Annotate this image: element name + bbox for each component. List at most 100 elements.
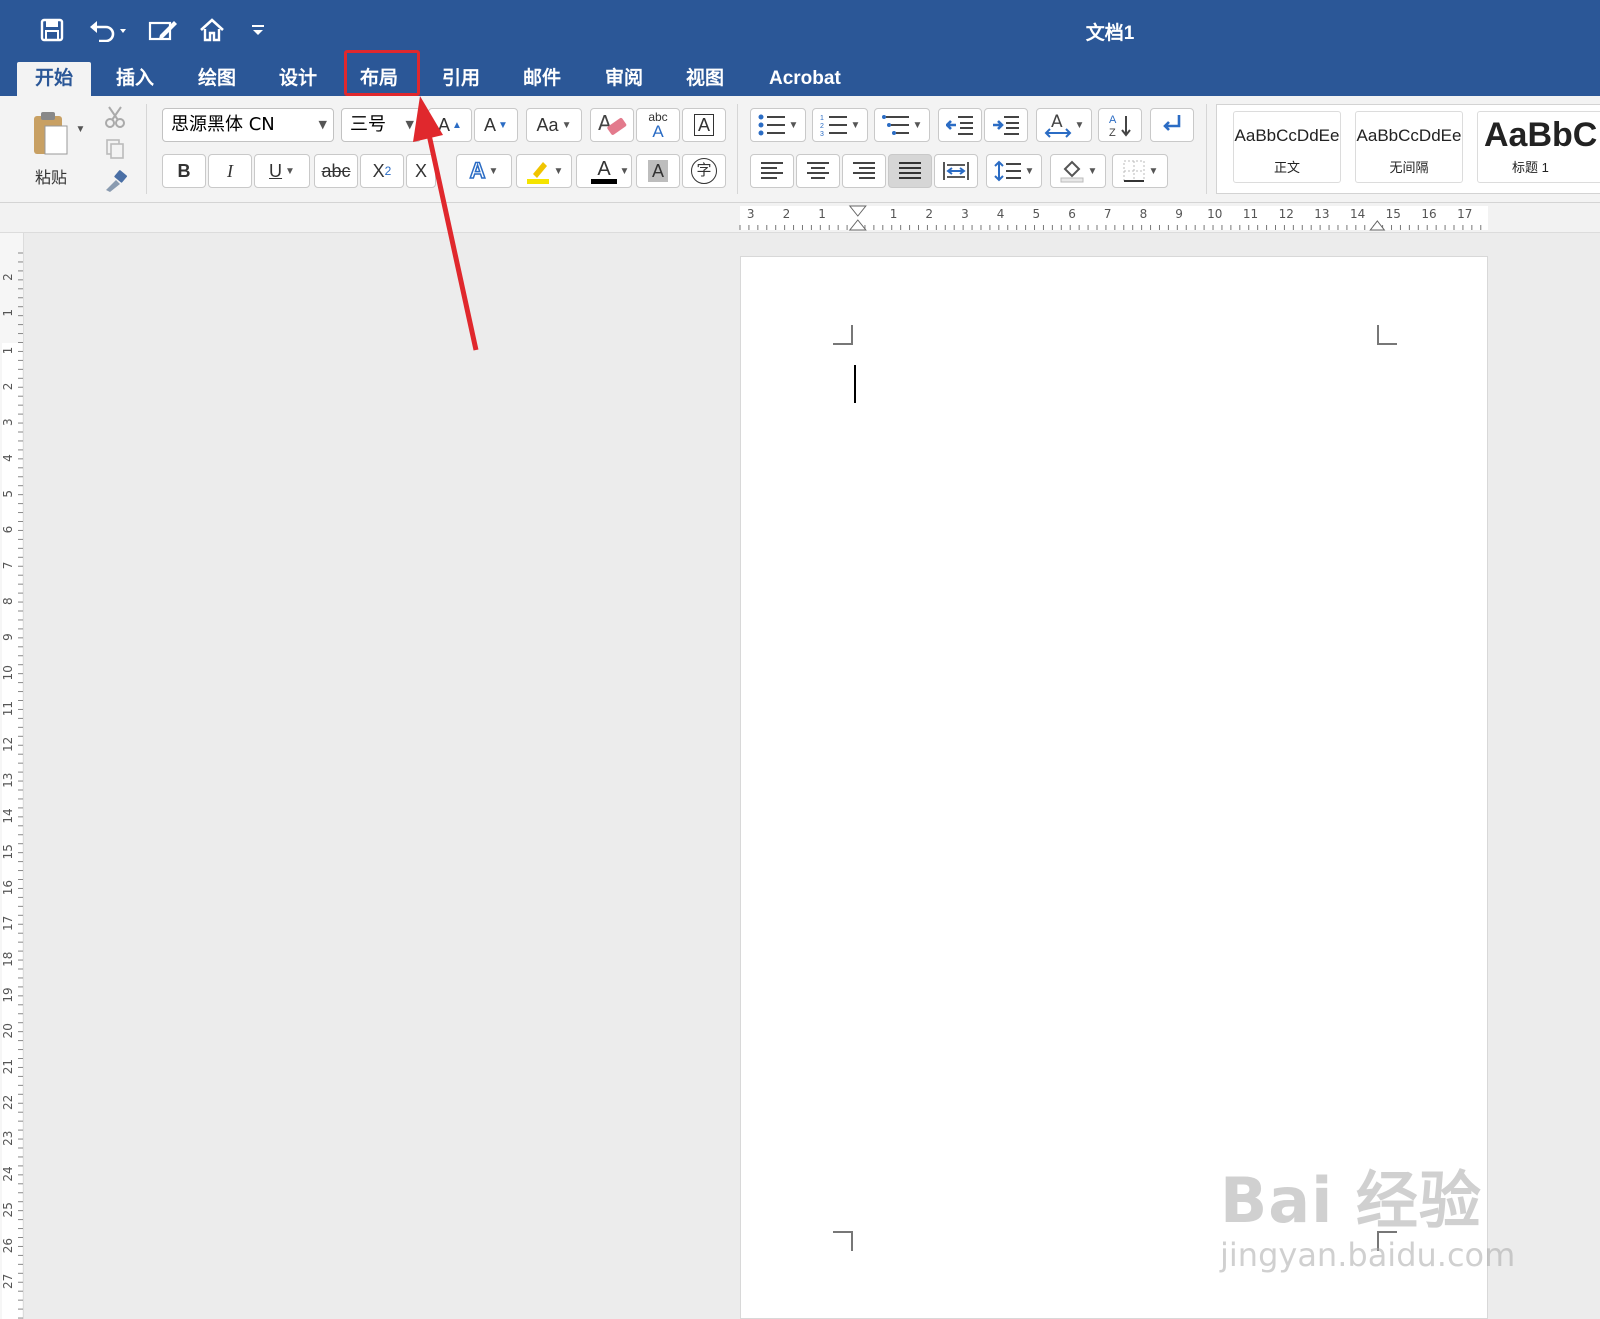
align-right-button[interactable] (842, 154, 886, 188)
subscript-button[interactable]: X2 (360, 154, 404, 188)
paragraph-return-icon (1163, 115, 1181, 131)
bullets-button[interactable]: ▼ (750, 108, 806, 142)
horizontal-ruler[interactable]: 3 2 1 1 2 3 4 5 6 7 8 9 10 11 12 13 14 15 16 17 (0, 203, 1600, 233)
superscript-button[interactable]: X (406, 154, 436, 188)
distributed-button[interactable] (934, 154, 978, 188)
borders-button[interactable]: ▼ (1112, 154, 1168, 188)
bullet-list-icon (758, 114, 785, 136)
font-color-caret[interactable]: ▼ (616, 164, 630, 178)
tab-draw[interactable]: 绘图 (180, 62, 254, 96)
tab-design[interactable]: 设计 (261, 62, 335, 96)
vertical-ruler[interactable]: 2 1 1 2 3 4 5 6 7 8 9 10 11 12 13 14 15 16 17 18 19 20 21 22 23 2… (0, 233, 24, 1319)
change-case-button[interactable]: Aa ▼ (526, 108, 582, 142)
vertical-ruler-label: 8 (1, 597, 15, 605)
shrink-arrow-icon: ▼ (498, 119, 508, 131)
watermark-brand: Bai 经验 (1220, 1164, 1482, 1237)
character-border-button[interactable]: A (682, 108, 726, 142)
multilevel-list-icon (881, 115, 909, 135)
text-effects-button[interactable]: A ▼ (456, 154, 512, 188)
shrink-font-button[interactable]: A ▼ (474, 108, 518, 142)
ruler-label: 8 (1140, 207, 1148, 221)
horizontal-ruler-scale: 3 2 1 1 2 3 4 5 6 7 8 9 10 11 12 13 14 15 16 17 (739, 205, 1488, 231)
paste-label: 粘贴 (34, 170, 67, 187)
show-formatting-marks-button[interactable] (1150, 108, 1194, 142)
text-direction-button[interactable]: A ▼ (1036, 108, 1092, 142)
underline-button[interactable]: U ▼ (254, 154, 310, 188)
svg-text:A: A (1109, 114, 1117, 126)
ruler-label: 1 (890, 207, 898, 221)
document-title: 文档1 (1085, 23, 1135, 44)
distributed-align-icon (943, 162, 969, 180)
vertical-ruler-label: 23 (1, 1131, 15, 1146)
font-name-value: 思源黑体 CN (171, 114, 275, 135)
numbering-button[interactable]: 1 2 3 ▼ (812, 108, 868, 142)
enclose-characters-button[interactable]: 字 (682, 154, 726, 188)
format-painter-icon[interactable] (100, 168, 130, 194)
tab-mailings[interactable]: 邮件 (505, 62, 579, 96)
ruler-label: 17 (1457, 207, 1472, 221)
tab-view[interactable]: 视图 (668, 62, 742, 96)
tab-acrobat[interactable]: Acrobat (751, 62, 859, 96)
ruler-label: 2 (925, 207, 933, 221)
font-color-glyph: A (597, 157, 611, 180)
tab-references[interactable]: 引用 (424, 62, 498, 96)
style-heading-1[interactable]: AaBbC 标题 1 (1477, 111, 1600, 183)
bold-button[interactable]: B (162, 154, 206, 188)
vertical-ruler-label: 1 (1, 309, 15, 317)
align-left-button[interactable] (750, 154, 794, 188)
phonetic-bottom: A (652, 121, 664, 141)
line-spacing-button[interactable]: ▼ (986, 154, 1042, 188)
vertical-ruler-label: 18 (1, 952, 15, 967)
vertical-ruler-label: 19 (1, 987, 15, 1002)
phonetic-guide-button[interactable]: abc A (636, 108, 680, 142)
style-no-spacing-label: 无间隔 (1389, 160, 1429, 175)
font-name-select[interactable]: 思源黑体 CN ▼ (162, 108, 334, 142)
outdent-icon (946, 116, 973, 135)
tab-home[interactable]: 开始 (17, 62, 92, 96)
italic-button[interactable]: I (208, 154, 252, 188)
highlighter-icon (526, 162, 549, 184)
vertical-ruler-label: 3 (1, 418, 15, 426)
watermark-url: jingyan.baidu.com (1220, 1236, 1516, 1274)
cut-icon[interactable] (100, 104, 130, 130)
tab-insert[interactable]: 插入 (98, 62, 172, 96)
clear-formatting-button[interactable]: A (590, 108, 634, 142)
ruler-label: 6 (1068, 207, 1076, 221)
shading-button[interactable]: ▼ (1050, 154, 1106, 188)
increase-indent-button[interactable] (984, 108, 1028, 142)
ruler-label: 2 (783, 207, 791, 221)
vertical-ruler-label: 27 (1, 1274, 15, 1289)
ribbon-home: 粘贴 ▼ 思源黑体 CN ▼ 三号 ▼ A ▲ A ▼ Aa ▼ A abc A A B … (0, 96, 1600, 203)
ruler-label: 4 (997, 207, 1005, 221)
paste-options-caret[interactable]: ▼ (72, 122, 86, 136)
sort-button[interactable]: AZ (1098, 108, 1142, 142)
change-case-glyph: Aa (536, 114, 559, 135)
tab-layout[interactable]: 布局 (342, 62, 416, 96)
strikethrough-button[interactable]: abc (314, 154, 358, 188)
grow-font-button[interactable]: A ▲ (428, 108, 472, 142)
indent-icon (993, 116, 1019, 135)
style-normal[interactable]: AaBbCcDdEe 正文 (1233, 111, 1341, 183)
text-cursor (854, 365, 856, 403)
baidu-watermark: Bai 经验 jingyan.baidu.com (1220, 1150, 1520, 1290)
paste-button[interactable]: 粘贴 (16, 104, 86, 194)
styles-gallery: AaBbCcDdEe 正文 AaBbCcDdEe 无间隔 AaBbC 标题 1 (1216, 104, 1600, 194)
vertical-ruler-label: 13 (1, 773, 15, 788)
style-no-spacing[interactable]: AaBbCcDdEe 无间隔 (1355, 111, 1463, 183)
character-border-glyph: A (693, 114, 714, 136)
decrease-indent-button[interactable] (938, 108, 982, 142)
font-size-select[interactable]: 三号 ▼ (341, 108, 421, 142)
ruler-label: 1 (818, 207, 826, 221)
vertical-ruler-label: 11 (1, 701, 15, 716)
vertical-ruler-label: 10 (1, 665, 15, 680)
align-center-button[interactable] (796, 154, 840, 188)
justify-button[interactable] (888, 154, 932, 188)
tab-review[interactable]: 审阅 (587, 62, 661, 96)
style-normal-label: 正文 (1273, 160, 1300, 175)
copy-icon[interactable] (100, 136, 130, 162)
highlight-color-button[interactable]: ▼ (516, 154, 572, 188)
multilevel-list-button[interactable]: ▼ (874, 108, 930, 142)
character-shading-glyph: A (647, 160, 668, 182)
vertical-ruler-label: 2 (1, 383, 15, 391)
character-shading-button[interactable]: A (636, 154, 680, 188)
